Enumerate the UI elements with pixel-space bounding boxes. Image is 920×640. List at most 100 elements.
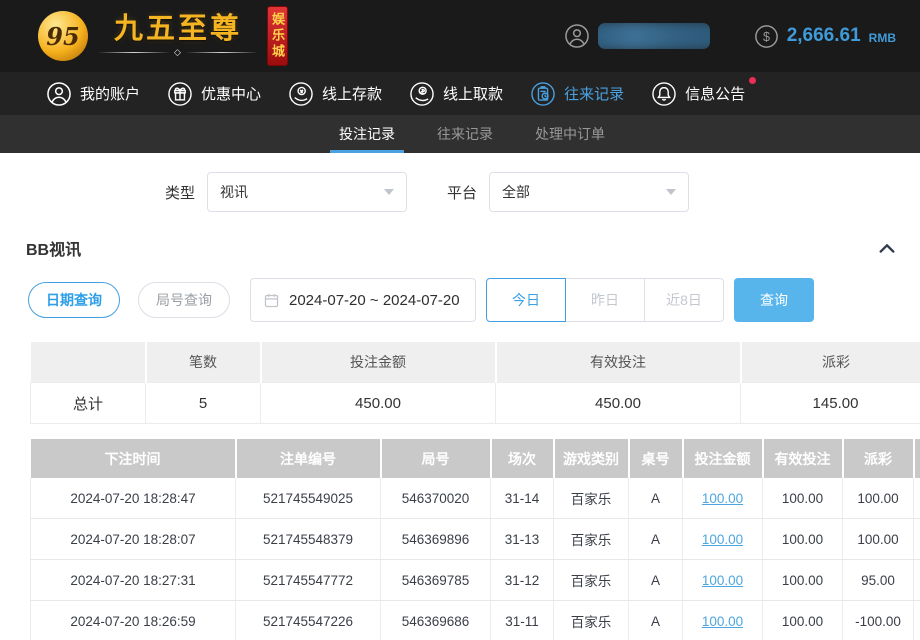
subtabs: 投注记录往来记录处理中订单 <box>0 115 920 153</box>
table-cell: 2024-07-20 18:27:31 <box>31 560 236 601</box>
search-button[interactable]: 查询 <box>734 278 814 322</box>
nav-item-deposit[interactable]: 线上存款 <box>288 81 382 107</box>
type-select-value: 视讯 <box>220 182 248 202</box>
table-body: 2024-07-20 18:28:47521745549025546370020… <box>31 478 920 640</box>
table-header-cell: 下注时间 <box>31 439 236 478</box>
summary-cell: 145.00 <box>741 383 920 424</box>
summary-header-cell: 笔数 <box>146 342 261 383</box>
summary-header-cell: 派彩 <box>741 342 920 383</box>
table-cell-clipped <box>914 478 920 519</box>
nav-item-label: 优惠中心 <box>201 83 261 104</box>
logo-monogram-icon: 95 <box>38 11 88 61</box>
table-cell: 31-12 <box>491 560 554 601</box>
query-row: 日期查询 局号查询 2024-07-20 ~ 2024-07-20 今日 昨日 … <box>0 276 920 338</box>
summary-total-row: 总计5450.00450.00145.00 <box>31 383 920 424</box>
user-icon <box>46 81 72 107</box>
table-cell: 百家乐 <box>554 601 629 640</box>
platform-filter-label: 平台 <box>447 182 477 203</box>
table-cell: 31-11 <box>491 601 554 640</box>
brand-name: 九五至尊 <box>114 14 242 44</box>
table-cell: 100.00 <box>763 560 843 601</box>
chevron-down-icon <box>666 189 676 195</box>
table-cell: 546370020 <box>381 478 491 519</box>
table-cell: 100.00 <box>763 601 843 640</box>
user-account[interactable] <box>564 23 710 49</box>
table-row: 2024-07-20 18:28:47521745549025546370020… <box>31 478 920 519</box>
nav-item-label: 我的账户 <box>80 83 140 104</box>
nav-item-label: 信息公告 <box>685 83 745 104</box>
table-row: 2024-07-20 18:26:59521745547226546369686… <box>31 601 920 640</box>
round-query-button[interactable]: 局号查询 <box>138 282 230 318</box>
summary-header-cell: 投注金额 <box>261 342 496 383</box>
nav-item-promotions[interactable]: 优惠中心 <box>167 81 261 107</box>
bet-amount-link[interactable]: 100.00 <box>702 614 743 629</box>
table-cell: 521745547226 <box>236 601 381 640</box>
table-row: 2024-07-20 18:28:07521745548379546369896… <box>31 519 920 560</box>
table-cell: 100.00 <box>763 478 843 519</box>
nav-item-announcements[interactable]: 信息公告 <box>651 81 745 107</box>
last-8-days-button[interactable]: 近8日 <box>644 278 724 322</box>
collapse-section-button[interactable] <box>878 241 896 255</box>
nav-item-label: 往来记录 <box>564 83 624 104</box>
svg-text:$: $ <box>763 29 770 43</box>
nav-item-withdraw[interactable]: 线上取款 <box>409 81 503 107</box>
table-cell: 546369785 <box>381 560 491 601</box>
calendar-icon <box>263 292 280 309</box>
summary-header-cell <box>31 342 146 383</box>
summary-cell: 450.00 <box>261 383 496 424</box>
deposit-icon <box>288 81 314 107</box>
bet-amount-link[interactable]: 100.00 <box>702 532 743 547</box>
summary-cell: 450.00 <box>496 383 741 424</box>
table-header-cell: 有效投注 <box>763 439 843 478</box>
dollar-icon: $ <box>754 24 779 49</box>
tab-bet-records[interactable]: 投注记录 <box>336 115 398 153</box>
table-cell: A <box>629 601 683 640</box>
brand-logo[interactable]: 95 九五至尊 ◇ 娱乐城 <box>38 6 288 66</box>
bet-amount-link[interactable]: 100.00 <box>702 573 743 588</box>
table-cell: 31-13 <box>491 519 554 560</box>
table-cell: 百家乐 <box>554 519 629 560</box>
type-select[interactable]: 视讯 <box>207 172 407 212</box>
navbar: 我的账户 优惠中心 线上存款 线上取款 往来记录 信息公告 <box>0 72 920 115</box>
date-range-value: 2024-07-20 ~ 2024-07-20 <box>289 292 460 309</box>
table-cell: 100.00 <box>763 519 843 560</box>
summary-cell: 总计 <box>31 383 146 424</box>
username-redacted <box>598 23 710 49</box>
table-row: 2024-07-20 18:27:31521745547772546369785… <box>31 560 920 601</box>
chevron-down-icon <box>384 189 394 195</box>
tab-transaction-records[interactable]: 往来记录 <box>434 115 496 153</box>
balance[interactable]: $ 2,666.61 RMB <box>754 24 896 49</box>
tab-processing-orders[interactable]: 处理中订单 <box>532 115 608 153</box>
bet-amount-link[interactable]: 100.00 <box>702 491 743 506</box>
quick-range-segment: 今日 昨日 近8日 <box>486 278 724 322</box>
nav-item-my-account[interactable]: 我的账户 <box>46 81 140 107</box>
balance-currency: RMB <box>869 31 896 45</box>
date-range-input[interactable]: 2024-07-20 ~ 2024-07-20 <box>250 278 476 322</box>
records-icon <box>530 81 556 107</box>
date-query-button[interactable]: 日期查询 <box>28 282 120 318</box>
bet-records-table: 下注时间注单编号局号场次游戏类别桌号投注金额有效投注派彩 2024-07-20 … <box>30 439 920 640</box>
bet-amount-cell: 100.00 <box>683 478 763 519</box>
yesterday-button[interactable]: 昨日 <box>565 278 645 322</box>
table-cell: 31-14 <box>491 478 554 519</box>
table-cell: 百家乐 <box>554 560 629 601</box>
notification-dot-icon <box>749 77 756 84</box>
table-cell: A <box>629 478 683 519</box>
platform-select[interactable]: 全部 <box>489 172 689 212</box>
table-header-cell: 派彩 <box>843 439 914 478</box>
section-title: BB视讯 <box>26 236 81 260</box>
table-cell: 546369686 <box>381 601 491 640</box>
withdraw-icon <box>409 81 435 107</box>
table-cell: 95.00 <box>843 560 914 601</box>
summary-cell: 5 <box>146 383 261 424</box>
table-cell-clipped <box>914 601 920 640</box>
table-cell: A <box>629 560 683 601</box>
nav-item-transaction-records[interactable]: 往来记录 <box>530 81 624 107</box>
bet-amount-cell: 100.00 <box>683 601 763 640</box>
balance-amount: 2,666.61 <box>787 25 861 47</box>
page: 95 九五至尊 ◇ 娱乐城 <box>0 0 920 640</box>
table-cell: 521745549025 <box>236 478 381 519</box>
today-button[interactable]: 今日 <box>486 278 566 322</box>
table-header-cell: 场次 <box>491 439 554 478</box>
summary-header-row: 笔数投注金额有效投注派彩 <box>31 342 920 383</box>
